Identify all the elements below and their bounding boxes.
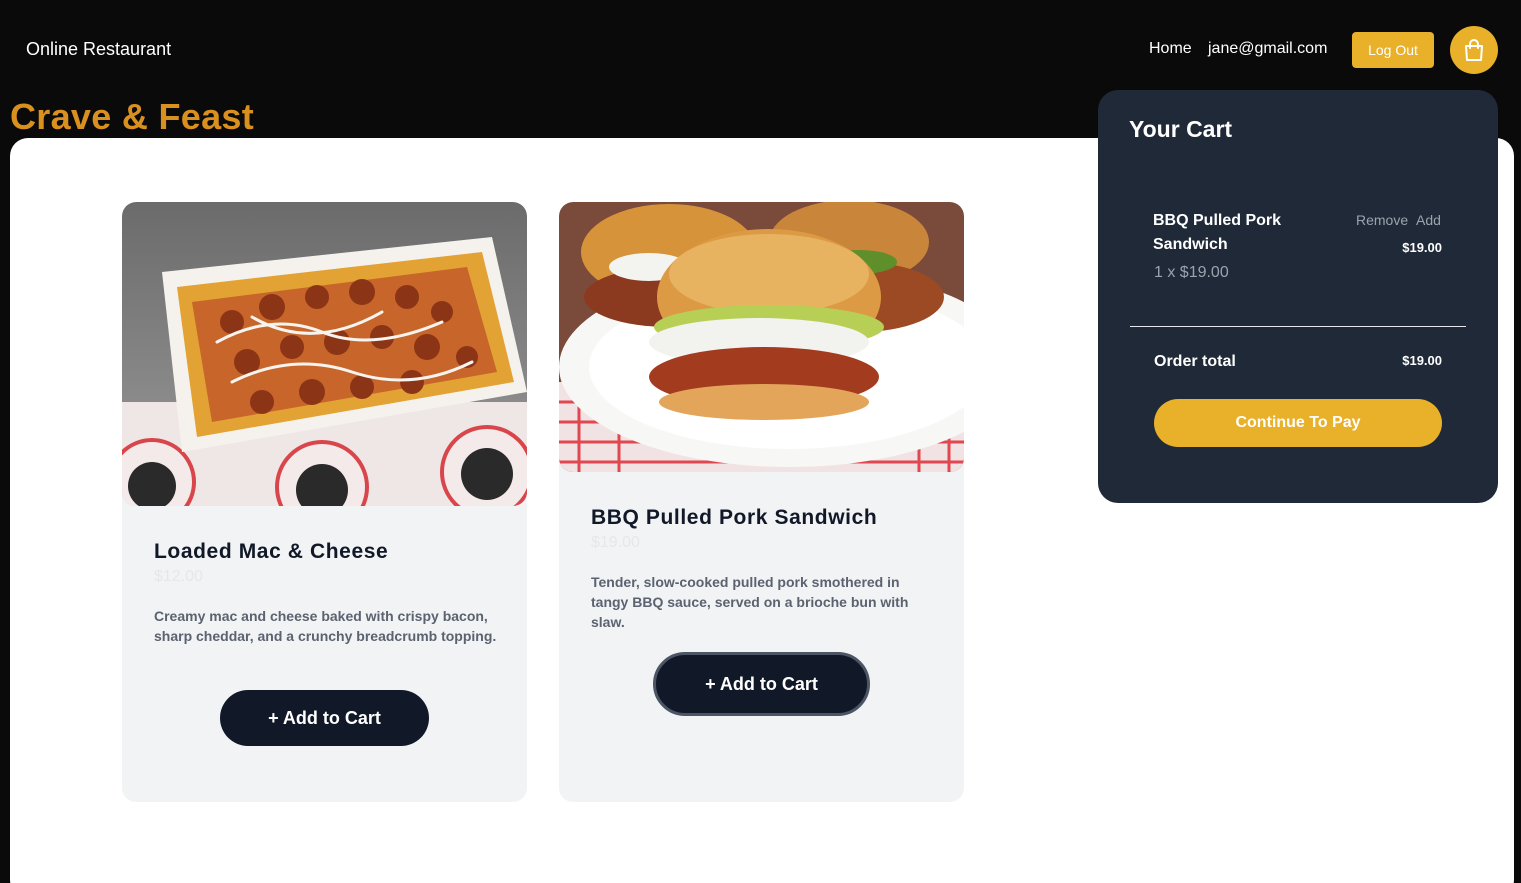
add-to-cart-button[interactable]: + Add to Cart xyxy=(220,690,429,746)
product-card-bbq-sandwich: BBQ Pulled Pork Sandwich $19.00 Tender, … xyxy=(559,202,964,802)
cart-toggle-button[interactable] xyxy=(1450,26,1498,74)
product-description: Tender, slow-cooked pulled pork smothere… xyxy=(591,574,909,630)
brand-name[interactable]: Online Restaurant xyxy=(26,39,171,60)
restaurant-title: Crave & Feast xyxy=(10,96,255,137)
cart-item-quantity: 1 x $19.00 xyxy=(1154,264,1229,281)
cart-item-name: BBQ Pulled Pork Sandwich xyxy=(1153,212,1282,253)
product-card-mac-cheese: Loaded Mac & Cheese $12.00 Creamy mac an… xyxy=(122,202,527,802)
product-description: Creamy mac and cheese baked with crispy … xyxy=(154,608,497,644)
order-total-label: Order total xyxy=(1154,353,1236,370)
logout-button[interactable]: Log Out xyxy=(1352,32,1434,68)
top-navbar: Online Restaurant Home jane@gmail.com Lo… xyxy=(0,0,1521,100)
cart-item-price: $19.00 xyxy=(1402,240,1442,255)
product-title: BBQ Pulled Pork Sandwich xyxy=(591,506,878,529)
cart-item-remove-button[interactable]: Remove xyxy=(1356,212,1408,228)
cart-divider xyxy=(1130,326,1466,327)
mac-cheese-image xyxy=(122,202,527,506)
cart-title: Your Cart xyxy=(1129,116,1233,142)
cart-panel: Your Cart BBQ Pulled Pork Sandwich 1 x $… xyxy=(1098,90,1498,503)
user-email: jane@gmail.com xyxy=(1208,40,1328,57)
add-to-cart-button[interactable]: + Add to Cart xyxy=(653,652,870,716)
shopping-bag-icon xyxy=(1465,39,1483,61)
bbq-sandwich-image xyxy=(559,202,964,472)
product-price: $19.00 xyxy=(591,534,640,551)
continue-to-pay-button[interactable]: Continue To Pay xyxy=(1154,399,1442,447)
product-title: Loaded Mac & Cheese xyxy=(154,540,389,563)
nav-link-home[interactable]: Home xyxy=(1149,40,1192,58)
product-price: $12.00 xyxy=(154,568,203,585)
order-total-value: $19.00 xyxy=(1402,353,1442,368)
cart-item-add-button[interactable]: Add xyxy=(1416,212,1441,228)
